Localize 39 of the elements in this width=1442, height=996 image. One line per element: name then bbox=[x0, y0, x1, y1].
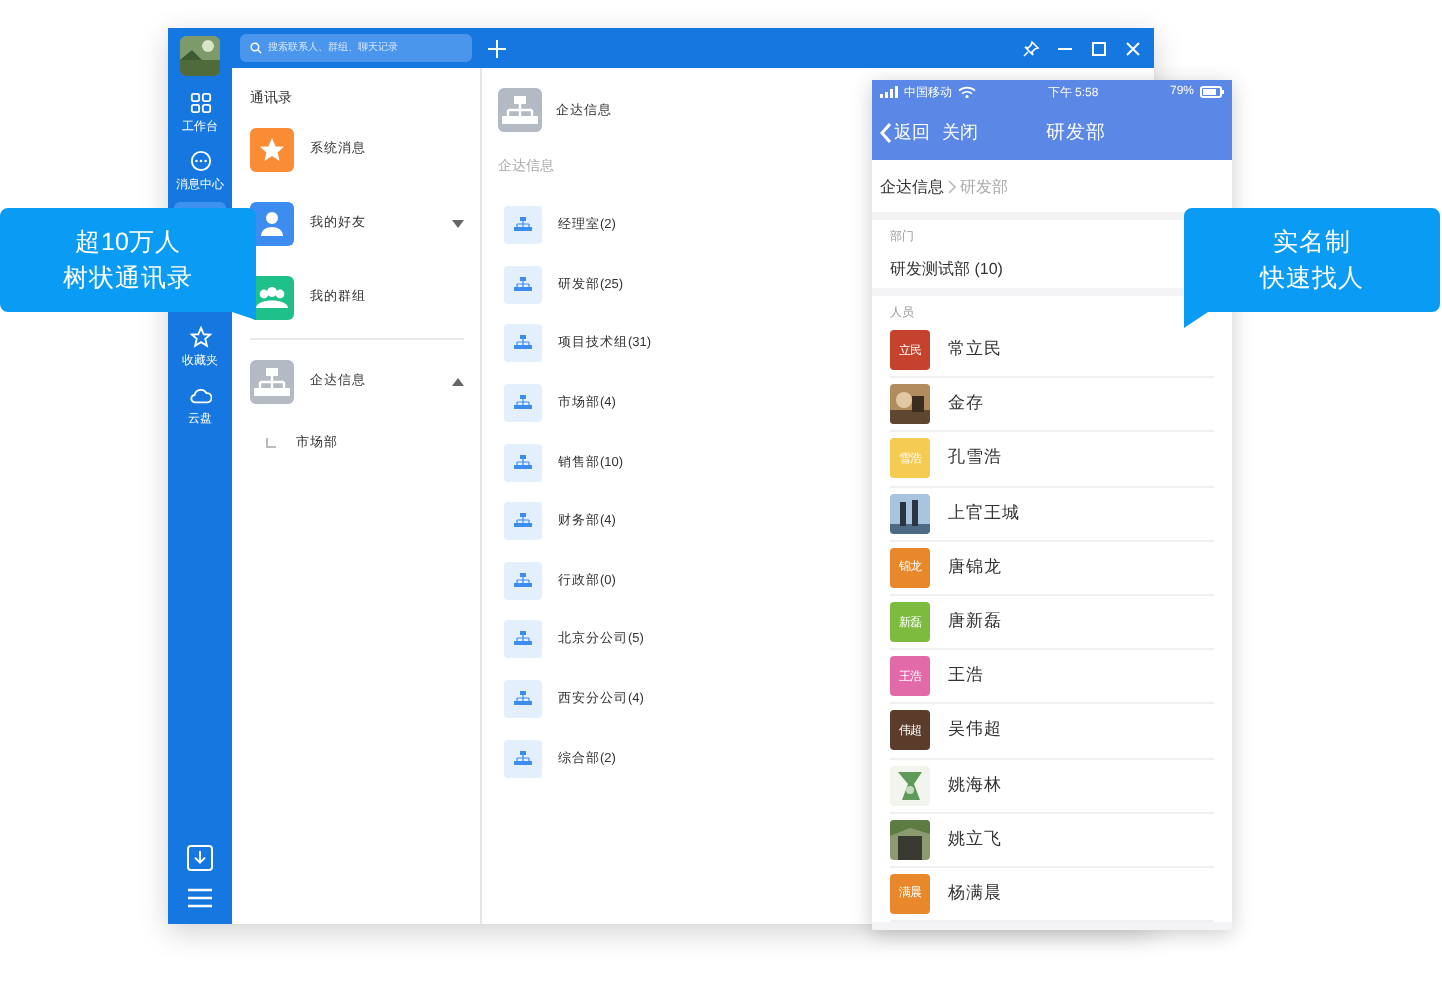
breadcrumb-item: 研发部 bbox=[960, 175, 1008, 197]
breadcrumb-item[interactable]: 企达信息 bbox=[880, 175, 944, 197]
battery-icon bbox=[1200, 86, 1224, 98]
download-icon[interactable] bbox=[186, 844, 214, 872]
person-item[interactable]: 金存 bbox=[890, 378, 1214, 433]
org-chart-icon bbox=[504, 502, 542, 541]
org-chart-icon bbox=[504, 206, 542, 245]
star-icon bbox=[189, 326, 211, 348]
chat-icon bbox=[189, 150, 211, 172]
person-item[interactable]: 姚海林 bbox=[890, 759, 1214, 814]
add-icon[interactable] bbox=[488, 39, 506, 57]
page-title: 研发部 bbox=[1046, 119, 1106, 145]
org-chart-icon bbox=[504, 739, 542, 778]
back-icon bbox=[880, 121, 892, 143]
caret-up-icon[interactable] bbox=[452, 377, 464, 385]
org-chart-icon bbox=[498, 88, 542, 132]
org-chart-icon bbox=[504, 443, 542, 482]
org-chart-icon bbox=[504, 384, 542, 423]
maximize-icon[interactable] bbox=[1090, 39, 1108, 57]
pin-icon[interactable] bbox=[1022, 39, 1040, 57]
feature-tooltip: 实名制 快速找人 bbox=[1184, 208, 1440, 328]
signal-icon bbox=[880, 86, 898, 98]
org-chart-icon bbox=[504, 620, 542, 659]
org-chart-icon bbox=[504, 265, 542, 304]
cloud-icon bbox=[189, 384, 211, 406]
wifi-icon bbox=[958, 86, 976, 98]
tree-line-icon bbox=[266, 437, 276, 447]
org-chart-icon bbox=[504, 680, 542, 719]
org-chart-icon bbox=[504, 324, 542, 363]
person-item[interactable]: 姚立飞 bbox=[890, 813, 1214, 868]
feature-tooltip: 超10万人 树状通讯录 bbox=[0, 208, 256, 320]
org-chart-icon bbox=[504, 561, 542, 600]
close-icon[interactable] bbox=[1124, 39, 1142, 57]
chevron-right-icon bbox=[948, 179, 956, 193]
grid-icon bbox=[189, 92, 211, 114]
person-item[interactable]: 上官王城 bbox=[890, 487, 1214, 542]
menu-icon[interactable] bbox=[186, 884, 214, 912]
search-icon bbox=[250, 42, 262, 54]
caret-down-icon[interactable] bbox=[452, 219, 464, 227]
